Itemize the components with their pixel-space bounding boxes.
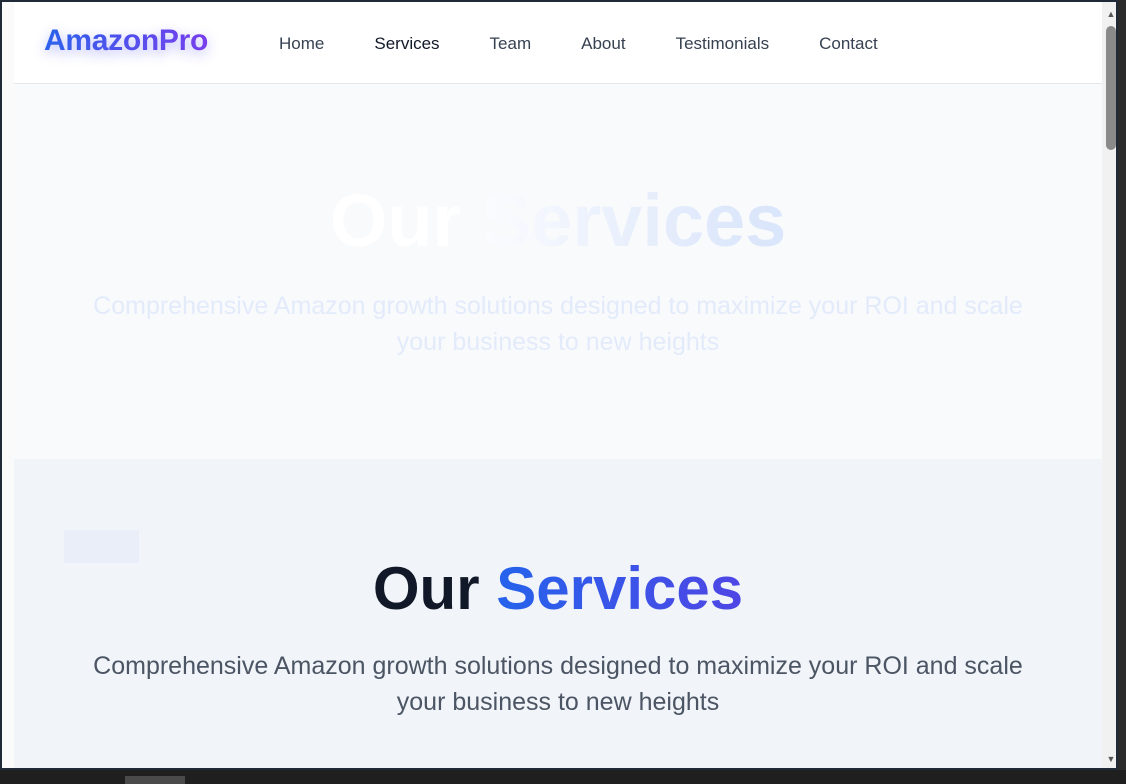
nav-link-about[interactable]: About	[581, 34, 625, 54]
scrollbar-thumb[interactable]	[1106, 26, 1116, 150]
taskbar-item[interactable]	[125, 776, 185, 784]
triangle-up-icon[interactable]: ▲	[1102, 5, 1116, 23]
nav-links: Home Services Team About Testimonials Co…	[279, 34, 928, 54]
brand-logo[interactable]: AmazonPro	[44, 24, 208, 58]
window-left-edge	[2, 2, 14, 768]
nav-link-contact[interactable]: Contact	[819, 34, 878, 54]
services-title: Our Services	[14, 554, 1102, 624]
nav-link-home[interactable]: Home	[279, 34, 324, 54]
nav-link-services[interactable]: Services	[374, 34, 439, 54]
browser-window: AmazonPro Home Services Team About Testi…	[0, 0, 1118, 770]
taskbar	[0, 770, 1126, 784]
services-subtitle: Comprehensive Amazon growth solutions de…	[93, 652, 1023, 716]
vertical-scrollbar[interactable]: ▲ ▼	[1102, 2, 1116, 768]
nav-link-testimonials[interactable]: Testimonials	[676, 34, 770, 54]
hero-section: Our Services Comprehensive Amazon growth…	[14, 84, 1102, 459]
navbar: AmazonPro Home Services Team About Testi…	[14, 2, 1102, 84]
triangle-down-icon[interactable]: ▼	[1102, 750, 1116, 768]
hero-title: Our Services	[14, 179, 1102, 263]
services-section: Our Services Comprehensive Amazon growth…	[14, 459, 1102, 768]
nav-link-team[interactable]: Team	[490, 34, 532, 54]
services-title-prefix: Our	[372, 555, 480, 622]
services-title-accent: Services	[496, 555, 744, 622]
hero-subtitle: Comprehensive Amazon growth solutions de…	[93, 292, 1023, 356]
